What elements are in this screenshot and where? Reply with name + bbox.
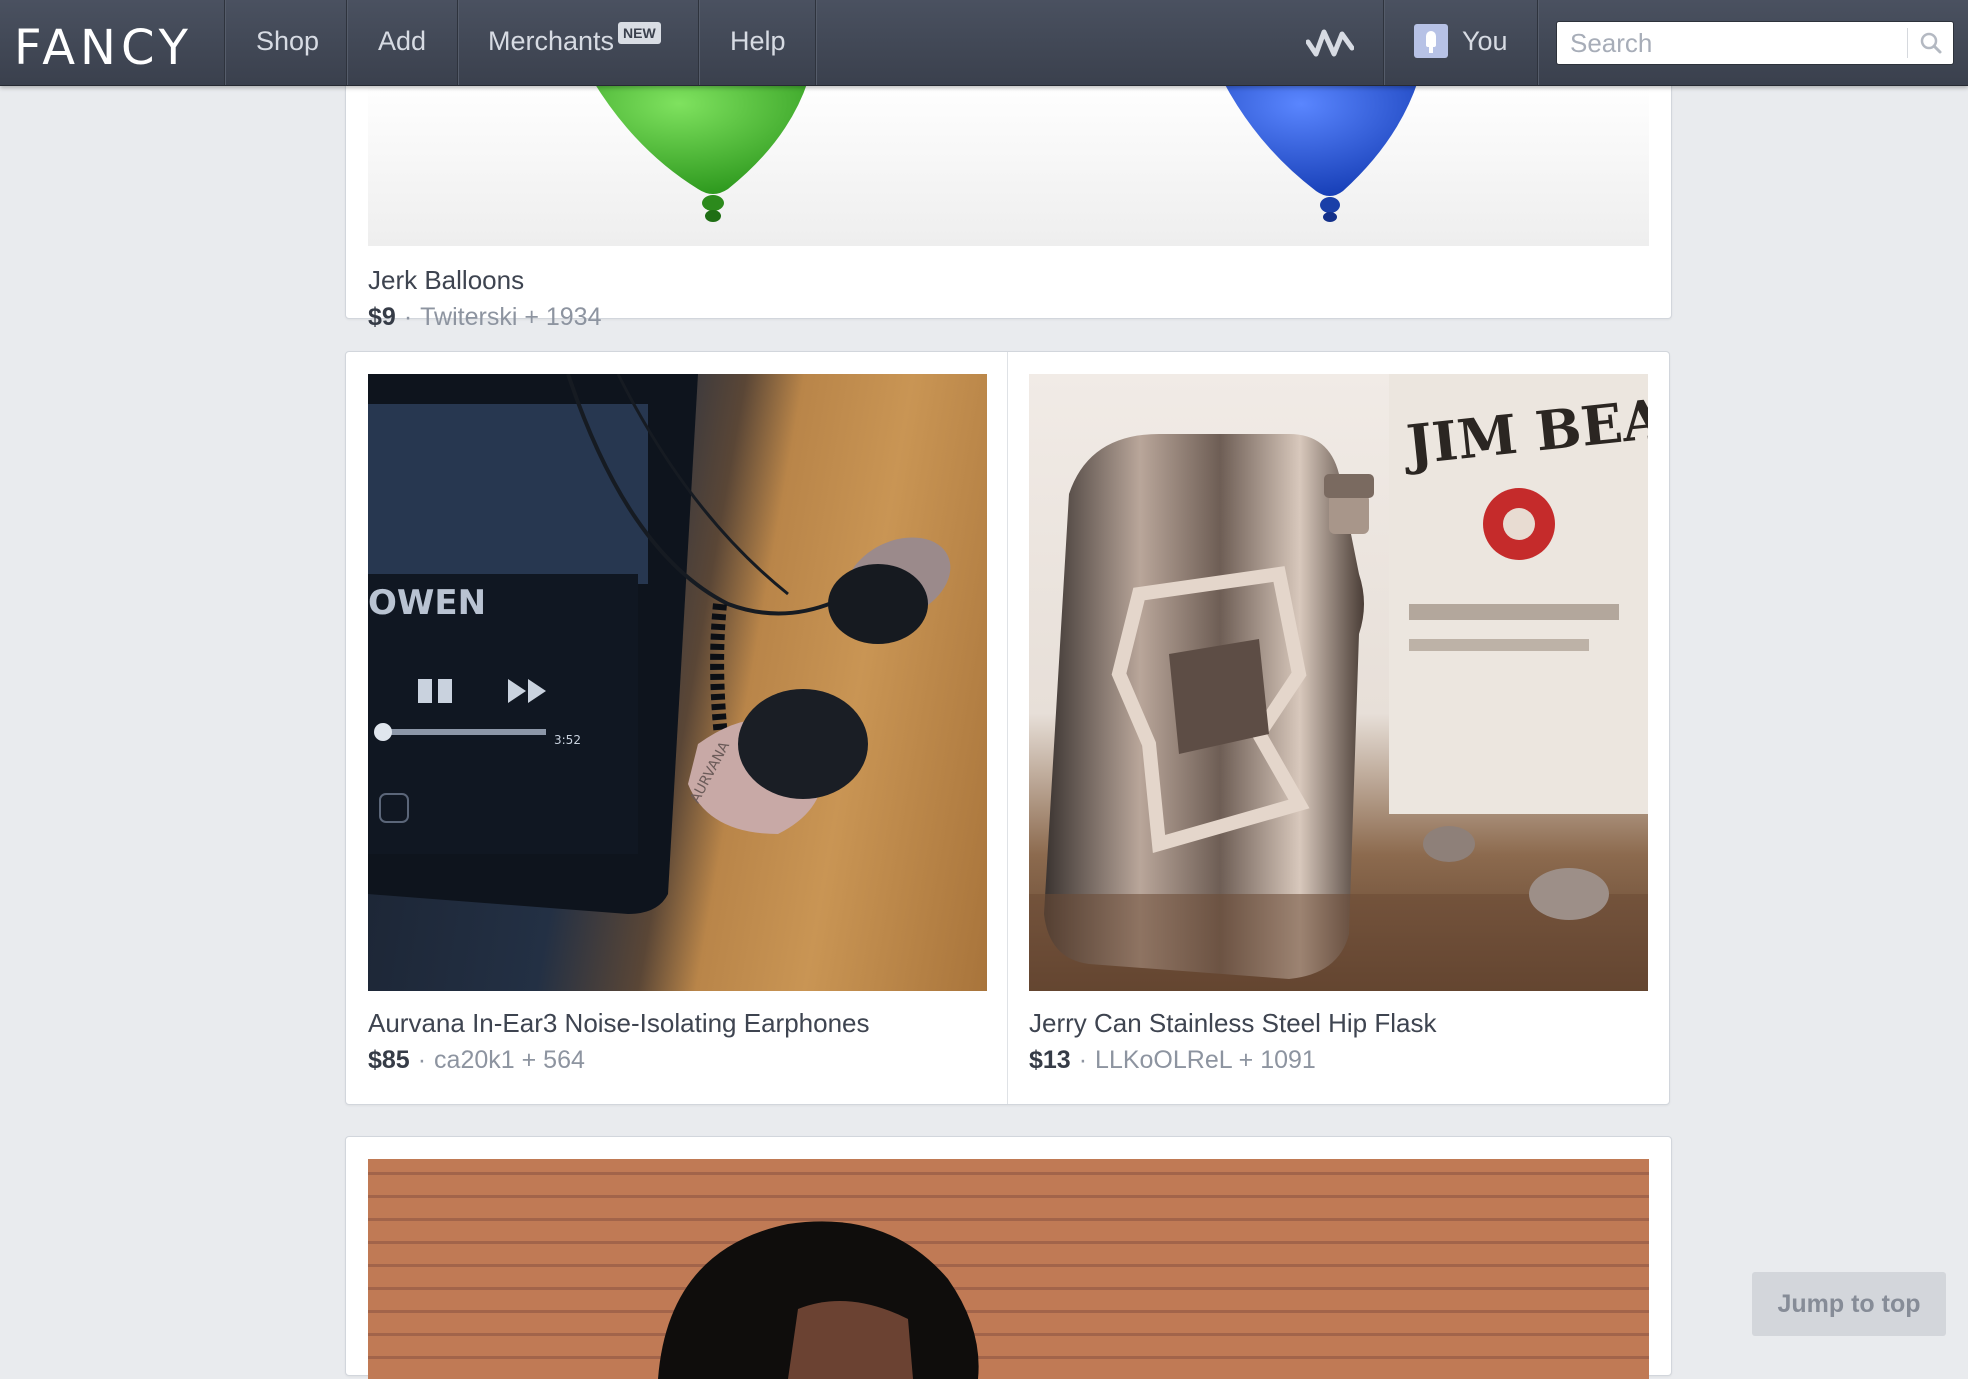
nav-divider [698,0,699,85]
product-card [345,1136,1672,1379]
separator-dot: · [417,1046,427,1074]
nav-divider [457,0,458,85]
product-meta: $13 · LLKoOLReL + 1091 [1029,1046,1316,1075]
product-title[interactable]: Jerry Can Stainless Steel Hip Flask [1029,1008,1436,1039]
product-user-link[interactable]: Twiterski [420,303,517,331]
product-image-portrait[interactable] [368,1159,1649,1379]
fancy-logo[interactable]: FANCY [14,20,193,76]
product-title[interactable]: Aurvana In-Ear3 Noise-Isolating Earphone… [368,1008,870,1039]
product-user-link[interactable]: ca20k1 [434,1046,515,1074]
portrait-picture [658,1221,979,1379]
product-image-balloons[interactable] [368,81,1649,246]
user-icon[interactable] [1414,24,1448,58]
jump-to-top-button[interactable]: Jump to top [1752,1272,1946,1336]
product-title[interactable]: Jerk Balloons [368,265,524,296]
fancy-count: + 1934 [524,303,602,331]
search-input[interactable] [1557,22,1907,64]
nav-divider [346,0,347,85]
screen-time: 3:52 [554,733,581,747]
product-price: $9 [368,303,396,331]
separator-dot: · [1078,1046,1088,1074]
separator-dot: · [403,303,413,331]
nav-shop-link[interactable]: Shop [256,26,319,57]
product-price: $13 [1029,1046,1071,1074]
nav-divider [1383,0,1384,85]
screen-text: OWEN [368,583,486,623]
nav-divider [224,0,225,85]
balloons-picture [593,81,1418,222]
nav-merchants-link[interactable]: Merchants [488,26,614,57]
nav-you-link[interactable]: You [1462,26,1508,57]
card-divider [1007,352,1008,1104]
product-user-link[interactable]: LLKoOLReL [1095,1046,1232,1074]
fancy-count: + 564 [521,1046,585,1074]
fancy-count: + 1091 [1238,1046,1316,1074]
flask-picture: JIM BEAM [1029,374,1648,991]
nav-help-link[interactable]: Help [730,26,786,57]
product-image-earphones[interactable]: OWEN 3:52 AURVANA [368,374,987,991]
product-card-pair: OWEN 3:52 AURVANA Aurvana In-Ear3 Noise-… [345,351,1670,1105]
search-icon[interactable] [1911,22,1951,64]
activity-icon[interactable] [1306,26,1354,58]
top-navigation-bar: FANCY Shop Add Merchants NEW Help You [0,0,1968,86]
earphones-picture: OWEN 3:52 AURVANA [368,374,951,914]
nav-divider [1537,0,1538,85]
nav-divider [815,0,816,85]
product-image-flask[interactable]: JIM BEAM [1029,374,1648,991]
product-meta: $85 · ca20k1 + 564 [368,1046,585,1075]
nav-add-link[interactable]: Add [378,26,426,57]
new-badge: NEW [618,22,661,44]
product-meta: $9 · Twiterski + 1934 [368,303,602,332]
product-price: $85 [368,1046,410,1074]
search-box [1556,21,1954,65]
search-divider [1907,28,1908,58]
